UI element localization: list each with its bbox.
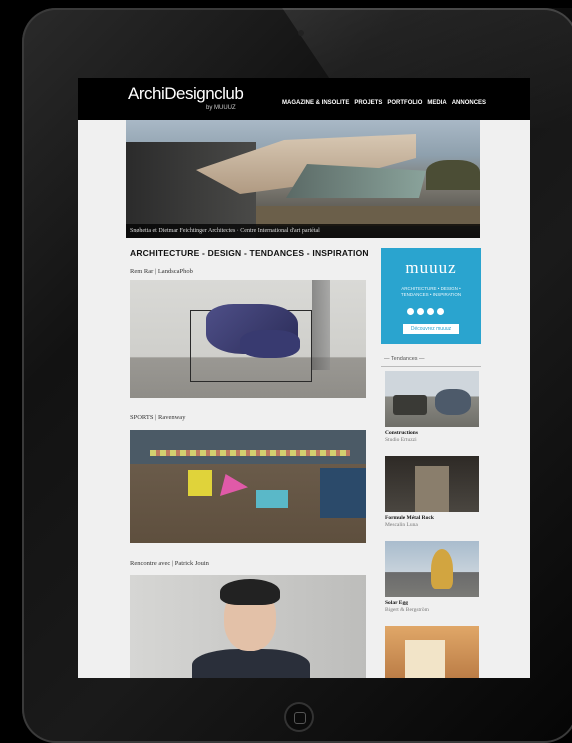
menu-item-annonces[interactable]: ANNONCES <box>452 100 486 106</box>
portrait-body <box>192 649 310 678</box>
post-image-2[interactable] <box>130 430 366 543</box>
home-button[interactable] <box>284 702 314 732</box>
site-logo[interactable]: ArchiDesignclub <box>128 84 244 104</box>
site-logo-sub: by MUUUZ <box>206 105 236 111</box>
aerial-roof <box>320 468 366 518</box>
aerial-pink <box>220 474 248 496</box>
twitter-icon[interactable] <box>417 308 424 315</box>
sidebar-thumb-2[interactable] <box>385 456 479 512</box>
hero-ground <box>256 206 480 226</box>
muuuz-ad-banner[interactable]: muuuz ARCHITECTURE • DESIGN • TENDANCES … <box>381 248 481 344</box>
post-title-1[interactable]: Rem Rar | LandscaPhob <box>130 268 193 275</box>
chair-base <box>240 330 300 358</box>
menu-item-media[interactable]: MEDIA <box>427 100 446 106</box>
sidebar-item-subtitle: Mescalin Luna <box>385 522 418 528</box>
hero-trees <box>426 160 480 190</box>
pinterest-icon[interactable] <box>427 308 434 315</box>
post-image-1[interactable] <box>130 280 366 398</box>
camera-icon <box>298 30 304 36</box>
hero-glass <box>286 164 426 198</box>
sidebar-thumb-3[interactable] <box>385 541 479 597</box>
post-image-3[interactable] <box>130 575 366 678</box>
ad-button[interactable]: Découvrez muuuz <box>403 324 459 334</box>
thumb4-room <box>405 640 445 678</box>
aerial-yellow <box>188 470 212 496</box>
thumb2-door <box>415 466 449 512</box>
thumb1-machine <box>393 395 427 415</box>
sidebar-thumb-1[interactable] <box>385 371 479 427</box>
sidebar-caption-2[interactable]: Formule Métal Rock Mescalin Luna <box>385 515 434 529</box>
page-tagline: ARCHITECTURE - DESIGN - TENDANCES - INSP… <box>130 248 369 258</box>
sidebar-item-subtitle: Bigert & Bergström <box>385 607 429 613</box>
sidebar-item-title: Solar Egg <box>385 600 408 606</box>
thumb3-egg <box>431 549 453 589</box>
main-menu: MAGAZINE & INSOLITE PROJETS PORTFOLIO ME… <box>282 100 486 106</box>
ad-social-icons <box>407 308 444 315</box>
sidebar-caption-3[interactable]: Solar Egg Bigert & Bergström <box>385 600 429 614</box>
sidebar-heading: — Tendances — <box>384 356 425 362</box>
sidebar-item-title: Formule Métal Rock <box>385 515 434 521</box>
aerial-strip <box>150 450 350 456</box>
hero-caption[interactable]: Snøhetta et Dietmar Feichtinger Architec… <box>126 224 480 238</box>
instagram-icon[interactable] <box>437 308 444 315</box>
sidebar-item-subtitle: Studio Ertuzzi <box>385 437 417 443</box>
portrait-hair <box>220 579 280 605</box>
sidebar-item-title: Constructions <box>385 430 419 436</box>
aerial-blue <box>256 490 288 508</box>
ad-logo: muuuz <box>405 258 457 277</box>
sidebar-thumb-4[interactable] <box>385 626 479 678</box>
ad-text: ARCHITECTURE • DESIGN • TENDANCES • INSP… <box>400 286 462 297</box>
menu-item-projets[interactable]: PROJETS <box>354 100 382 106</box>
post-title-2[interactable]: SPORTS | Ravenway <box>130 414 185 421</box>
browser-screen: ArchiDesignclub by MUUUZ MAGAZINE & INSO… <box>78 78 530 678</box>
facebook-icon[interactable] <box>407 308 414 315</box>
menu-item-portfolio[interactable]: PORTFOLIO <box>387 100 422 106</box>
sidebar-caption-1[interactable]: Constructions Studio Ertuzzi <box>385 430 418 444</box>
post-title-3[interactable]: Rencontre avec | Patrick Jouin <box>130 560 209 567</box>
person-legs <box>312 280 330 370</box>
hero-image[interactable]: Snøhetta et Dietmar Feichtinger Architec… <box>126 120 480 238</box>
thumb1-object <box>435 389 471 415</box>
menu-item-magazine[interactable]: MAGAZINE & INSOLITE <box>282 100 349 106</box>
site-header: ArchiDesignclub by MUUUZ MAGAZINE & INSO… <box>78 78 530 120</box>
sidebar-divider <box>381 366 481 367</box>
